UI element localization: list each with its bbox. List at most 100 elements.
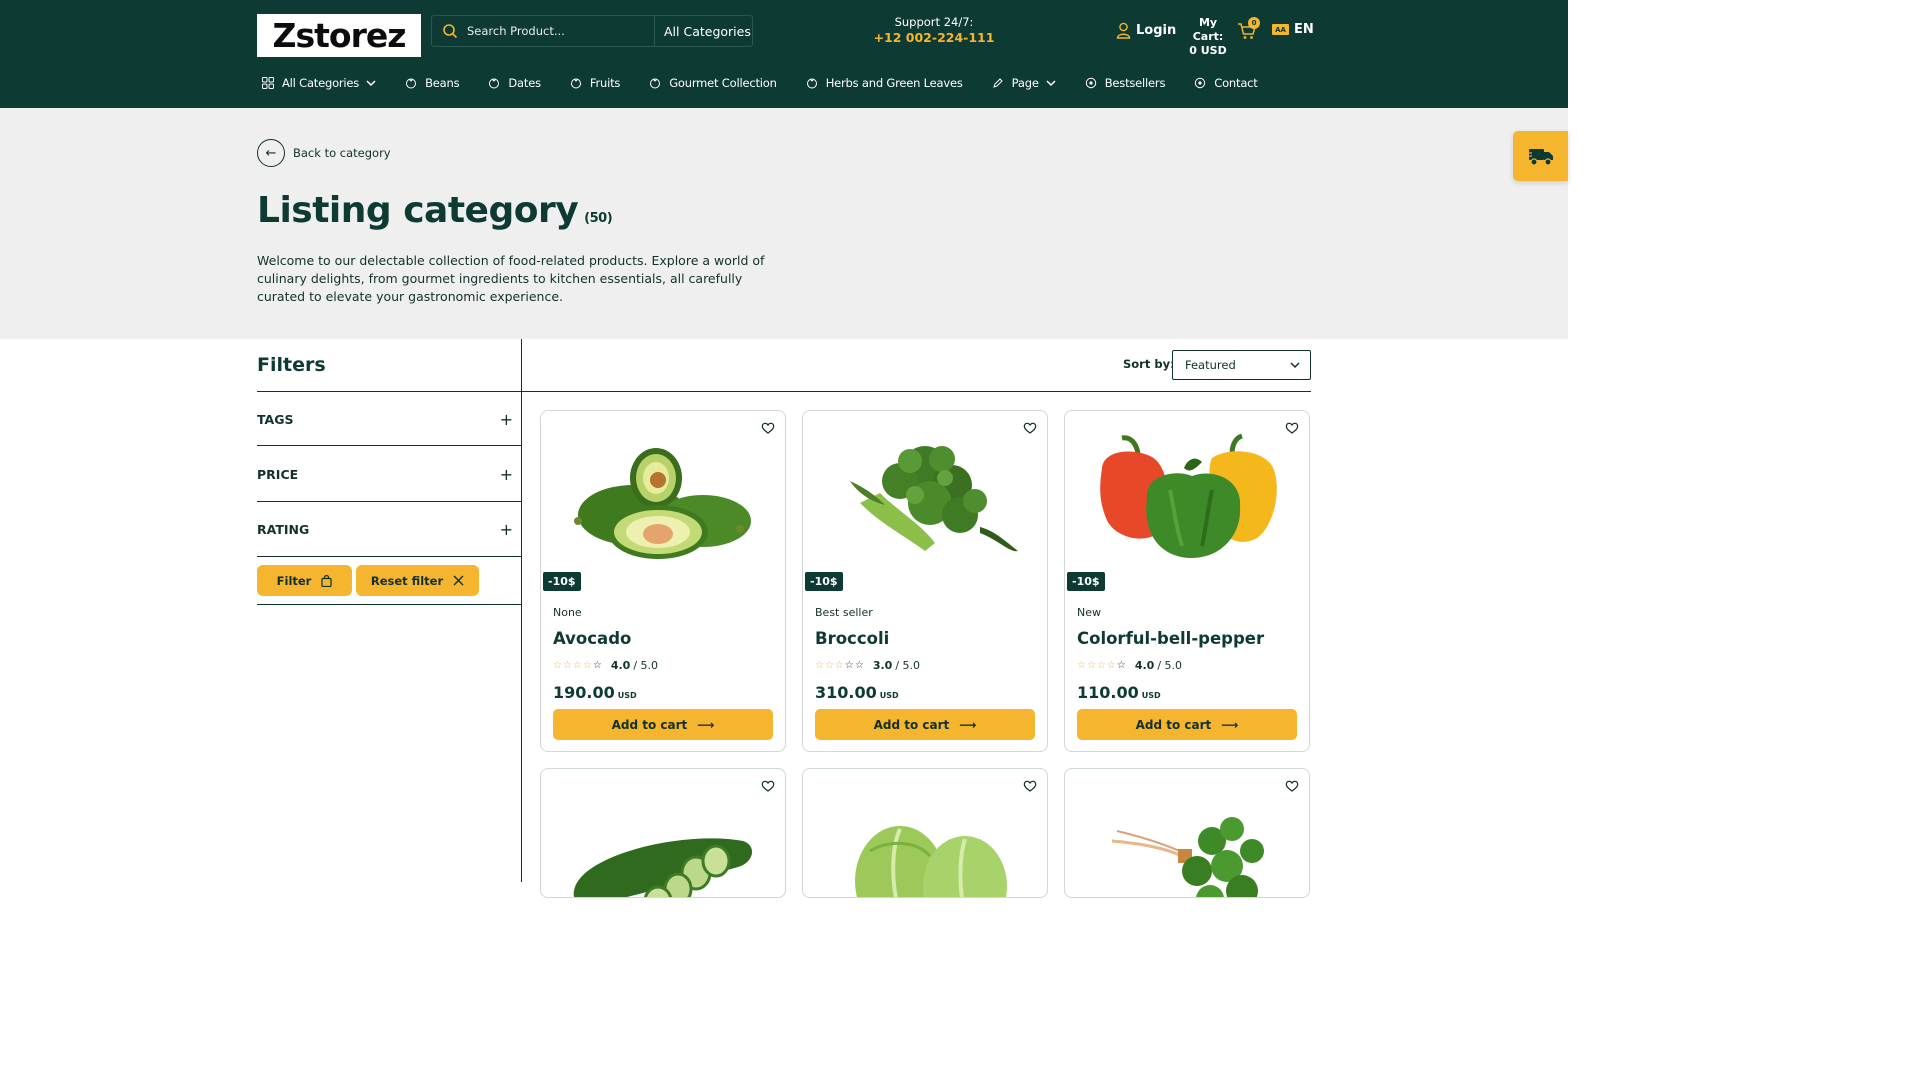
- product-card[interactable]: -10$ New Colorful-bell-pepper ☆☆☆☆☆ 4.0 …: [1064, 410, 1310, 752]
- rating-max: / 5.0: [1157, 659, 1183, 672]
- close-icon: [453, 575, 464, 586]
- facet-rating[interactable]: RATING +: [257, 519, 513, 539]
- product-card[interactable]: [802, 768, 1048, 898]
- nav-label: All Categories: [282, 76, 360, 90]
- plus-icon: +: [499, 409, 513, 429]
- search-icon[interactable]: [442, 23, 458, 39]
- add-to-cart-label: Add to cart: [1135, 717, 1212, 732]
- product-price: 110.00 USD: [1077, 683, 1161, 702]
- nav-contact[interactable]: Contact: [1194, 76, 1258, 90]
- reset-filter-button[interactable]: Reset filter: [356, 565, 479, 596]
- facet-divider: [257, 556, 521, 557]
- price-currency: USD: [879, 691, 899, 700]
- product-name[interactable]: Colorful-bell-pepper: [1077, 629, 1264, 648]
- product-image-herbs[interactable]: [1065, 781, 1309, 897]
- language-switcher[interactable]: AA EN: [1272, 22, 1314, 37]
- nav-label: Gourmet Collection: [669, 76, 777, 90]
- cart-count-badge: 0: [1248, 17, 1260, 29]
- category-hero: [0, 108, 1568, 339]
- category-description: Welcome to our delectable collection of …: [257, 253, 765, 304]
- sort-label: Sort by:: [1123, 357, 1175, 371]
- facet-tags[interactable]: TAGS +: [257, 409, 513, 429]
- support-info: Support 24/7: +12 002-224-111: [870, 15, 998, 45]
- discount-badge: -10$: [1067, 572, 1105, 591]
- product-card[interactable]: -10$ Best seller Broccoli ☆☆☆☆☆ 3.0 / 5.…: [802, 410, 1048, 752]
- arrow-right-icon: ⟶: [697, 717, 715, 732]
- rating-max: / 5.0: [633, 659, 659, 672]
- product-count: (50): [584, 211, 613, 226]
- cart-summary[interactable]: My Cart: 0 USD: [1185, 16, 1231, 58]
- nav-label: Contact: [1214, 76, 1258, 90]
- rating-value: 4.0: [610, 659, 631, 672]
- nav-herbs-green-leaves[interactable]: Herbs and Green Leaves: [806, 76, 963, 90]
- nav-label: Beans: [425, 76, 460, 90]
- product-image-avocado[interactable]: [541, 423, 785, 573]
- product-name[interactable]: Avocado: [553, 629, 631, 648]
- add-to-cart-button[interactable]: Add to cart ⟶: [815, 709, 1035, 740]
- chevron-down-icon: [1046, 78, 1056, 88]
- rating-value: 4.0: [1134, 659, 1155, 672]
- filter-button[interactable]: Filter: [257, 565, 352, 596]
- chevron-down-icon: [366, 78, 376, 88]
- product-card[interactable]: -10$ None Avocado ☆☆☆☆☆ 4.0 / 5.0 190.00…: [540, 410, 786, 752]
- nav-fruits[interactable]: Fruits: [570, 76, 620, 90]
- back-to-category-link[interactable]: ← Back to category: [257, 139, 391, 167]
- reset-filter-label: Reset filter: [370, 573, 444, 588]
- nav-label: Bestsellers: [1104, 76, 1166, 90]
- filters-bottom-divider: [257, 604, 521, 605]
- discount-badge: -10$: [543, 572, 581, 591]
- nav-label: Herbs and Green Leaves: [825, 76, 963, 90]
- rating-value: 3.0: [872, 659, 893, 672]
- facet-label: RATING: [257, 521, 310, 537]
- facet-label: PRICE: [257, 466, 299, 482]
- product-card[interactable]: [540, 768, 786, 898]
- add-to-cart-label: Add to cart: [611, 717, 688, 732]
- product-image-cucumber[interactable]: [541, 781, 785, 897]
- price-currency: USD: [1141, 691, 1161, 700]
- price-value: 110.00: [1077, 683, 1139, 702]
- facet-price[interactable]: PRICE +: [257, 464, 513, 484]
- facet-divider: [257, 501, 521, 502]
- logo[interactable]: Zstorez: [257, 14, 421, 57]
- nav-gourmet-collection[interactable]: Gourmet Collection: [649, 76, 777, 90]
- translate-icon: AA: [1272, 24, 1289, 35]
- basket-icon: [488, 77, 500, 89]
- product-rating: ☆☆☆☆☆ 3.0 / 5.0: [815, 659, 920, 672]
- nav-dates[interactable]: Dates: [488, 76, 541, 90]
- product-rating: ☆☆☆☆☆ 4.0 / 5.0: [553, 659, 658, 672]
- product-card[interactable]: [1064, 768, 1310, 898]
- support-phone[interactable]: +12 002-224-111: [870, 30, 998, 45]
- product-image-lettuce[interactable]: [803, 781, 1047, 897]
- nav-page[interactable]: Page: [992, 76, 1056, 90]
- cart-total: 0 USD: [1189, 44, 1227, 57]
- sort-value: Featured: [1185, 358, 1236, 372]
- search-category-select[interactable]: All Categories: [655, 24, 751, 39]
- product-image-broccoli[interactable]: [803, 423, 1047, 573]
- add-to-cart-button[interactable]: Add to cart ⟶: [553, 709, 773, 740]
- add-to-cart-button[interactable]: Add to cart ⟶: [1077, 709, 1297, 740]
- star-rating-icons: ☆☆☆☆☆: [1077, 660, 1127, 671]
- nav-bestsellers[interactable]: Bestsellers: [1085, 76, 1166, 90]
- site-header: Zstorez All Categories Support 24/7: +12…: [0, 0, 1568, 108]
- filter-button-label: Filter: [276, 573, 312, 588]
- basket-icon: [570, 77, 582, 89]
- nav-beans[interactable]: Beans: [405, 76, 460, 90]
- product-image-bell-pepper[interactable]: [1065, 423, 1309, 573]
- plus-icon: +: [499, 519, 513, 539]
- pen-icon: [992, 77, 1004, 89]
- facet-label: TAGS: [257, 411, 294, 427]
- filters-title: Filters: [257, 354, 326, 376]
- nav-all-categories[interactable]: All Categories: [262, 76, 376, 90]
- price-value: 190.00: [553, 683, 615, 702]
- product-name[interactable]: Broccoli: [815, 629, 889, 648]
- back-label: Back to category: [293, 146, 391, 160]
- discount-badge: -10$: [805, 572, 843, 591]
- sidebar-divider: [521, 339, 522, 882]
- truck-icon: [1526, 149, 1553, 166]
- product-tag: None: [553, 606, 582, 619]
- login-link[interactable]: Login: [1116, 22, 1176, 39]
- circle-icon: [1085, 77, 1097, 89]
- sort-select[interactable]: Featured: [1172, 350, 1311, 380]
- search-input[interactable]: [467, 24, 637, 38]
- delivery-truck-button[interactable]: [1513, 131, 1568, 181]
